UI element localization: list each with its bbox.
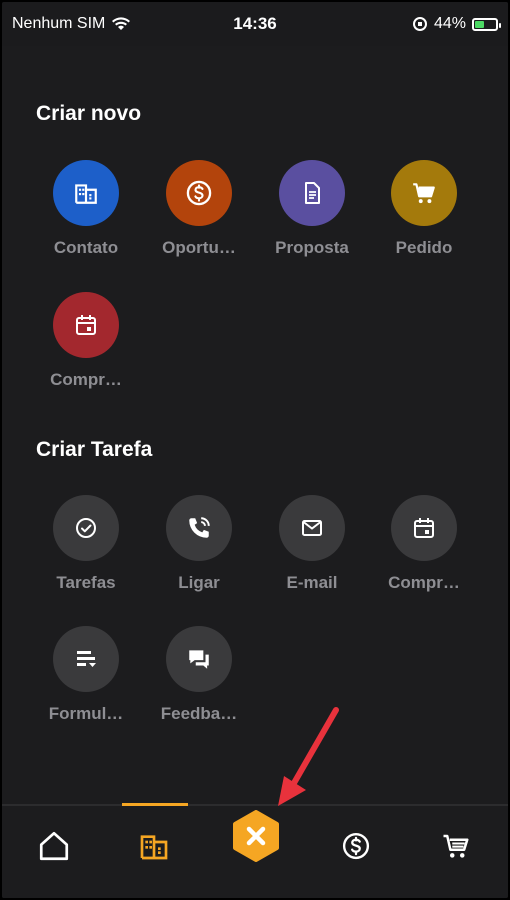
dollar-icon bbox=[342, 832, 370, 860]
task-email-circle bbox=[279, 495, 345, 561]
create-proposal-button[interactable]: Proposta bbox=[256, 160, 368, 258]
chat-icon bbox=[189, 650, 209, 669]
building-icon bbox=[140, 835, 168, 860]
create-proposal-label: Proposta bbox=[275, 238, 349, 257]
quick-create-menu: Criar novo Contato Oportu… Proposta Pedi… bbox=[2, 46, 508, 804]
task-call-button[interactable]: Ligar bbox=[143, 495, 255, 593]
task-appointment-circle bbox=[391, 495, 457, 561]
nav-companies[interactable] bbox=[124, 826, 184, 866]
create-appointment-button[interactable]: Compr… bbox=[30, 292, 142, 390]
dollar-icon bbox=[186, 180, 212, 206]
building-icon bbox=[75, 184, 97, 204]
section-title-create-task: Criar Tarefa bbox=[36, 438, 153, 461]
create-opportunity-circle bbox=[166, 160, 232, 226]
task-form-button[interactable]: Formul… bbox=[30, 626, 142, 724]
calendar-icon bbox=[76, 315, 96, 335]
task-todo-button[interactable]: Tarefas bbox=[30, 495, 142, 593]
task-call-label: Ligar bbox=[178, 573, 220, 592]
carrier-text: Nenhum SIM bbox=[12, 15, 106, 32]
status-right: 44% bbox=[318, 15, 501, 33]
close-icon bbox=[233, 810, 279, 862]
nav-home[interactable] bbox=[24, 826, 84, 866]
task-feedback-button[interactable]: Feedba… bbox=[143, 626, 255, 724]
battery-fill bbox=[475, 20, 484, 28]
task-appointment-label: Compr… bbox=[388, 573, 460, 592]
status-bar: Nenhum SIM 14:36 44% bbox=[2, 2, 508, 46]
active-tab-indicator bbox=[122, 803, 188, 806]
calendar-icon bbox=[414, 518, 434, 538]
task-feedback-label: Feedba… bbox=[160, 704, 238, 723]
create-order-button[interactable]: Pedido bbox=[368, 160, 480, 258]
create-order-circle bbox=[391, 160, 457, 226]
create-opportunity-button[interactable]: Oportu… bbox=[143, 160, 255, 258]
task-appointment-button[interactable]: Compr… bbox=[368, 495, 480, 593]
document-icon bbox=[305, 182, 320, 204]
orientation-lock-icon bbox=[412, 17, 427, 31]
create-contact-label: Contato bbox=[53, 238, 119, 257]
cart-icon bbox=[413, 183, 435, 204]
create-proposal-circle bbox=[279, 160, 345, 226]
create-contact-circle bbox=[53, 160, 119, 226]
create-opportunity-label: Oportu… bbox=[162, 238, 236, 257]
cart-icon bbox=[443, 834, 469, 858]
clock: 14:36 bbox=[233, 14, 277, 33]
close-menu-button[interactable] bbox=[230, 810, 282, 862]
status-left: Nenhum SIM bbox=[12, 15, 192, 33]
nav-opportunities[interactable] bbox=[326, 826, 386, 866]
task-todo-label: Tarefas bbox=[56, 573, 116, 592]
task-todo-circle bbox=[53, 495, 119, 561]
home-icon bbox=[39, 831, 69, 861]
bottom-nav bbox=[2, 803, 508, 898]
create-appointment-circle bbox=[53, 292, 119, 358]
check-circle-icon bbox=[76, 518, 96, 538]
battery-percent: 44% bbox=[433, 15, 466, 32]
annotation-arrow bbox=[278, 707, 339, 806]
create-order-label: Pedido bbox=[395, 238, 453, 257]
task-form-label: Formul… bbox=[48, 704, 124, 723]
phone-icon bbox=[189, 517, 210, 538]
create-appointment-label: Compr… bbox=[50, 370, 122, 389]
task-form-circle bbox=[53, 626, 119, 692]
section-title-create-new: Criar novo bbox=[36, 102, 142, 125]
form-icon bbox=[77, 651, 96, 667]
create-contact-button[interactable]: Contato bbox=[30, 160, 142, 258]
task-email-button[interactable]: E-mail bbox=[256, 495, 368, 593]
battery-icon bbox=[472, 17, 501, 31]
nav-orders[interactable] bbox=[426, 826, 486, 866]
phone-screen: Nenhum SIM 14:36 44% Criar novo Contato … bbox=[0, 0, 510, 900]
wifi-icon bbox=[112, 17, 131, 30]
task-feedback-circle bbox=[166, 626, 232, 692]
mail-icon bbox=[302, 520, 322, 536]
task-email-label: E-mail bbox=[286, 573, 338, 592]
task-call-circle bbox=[166, 495, 232, 561]
